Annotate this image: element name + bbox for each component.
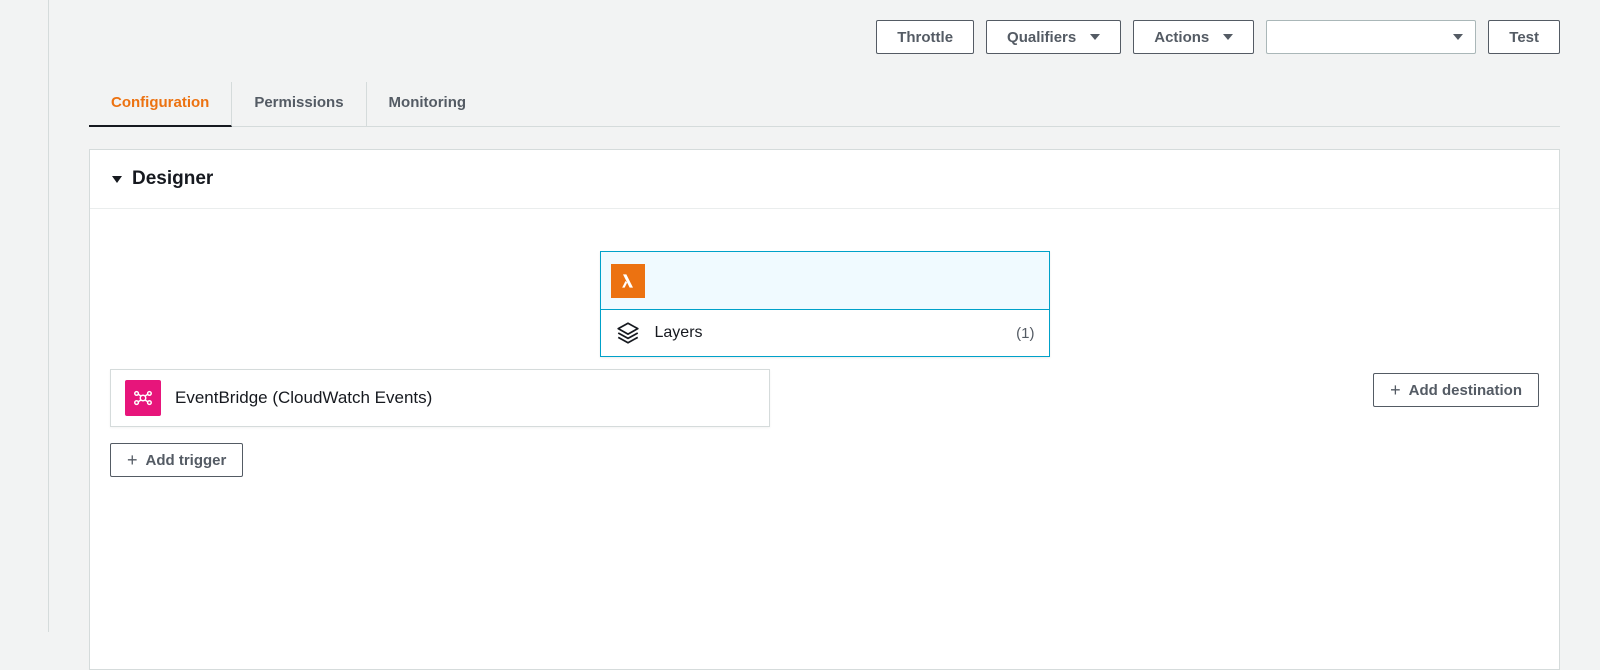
designer-panel: Designer — [89, 149, 1560, 670]
eventbridge-icon — [125, 380, 161, 416]
tab-permissions[interactable]: Permissions — [232, 82, 366, 126]
qualifiers-label: Qualifiers — [1007, 29, 1076, 46]
actions-dropdown[interactable]: Actions — [1133, 20, 1254, 54]
lambda-header — [601, 252, 1049, 310]
test-event-select[interactable] — [1266, 20, 1476, 54]
tab-configuration[interactable]: Configuration — [89, 82, 232, 127]
tab-bar: Configuration Permissions Monitoring — [89, 82, 1560, 127]
tab-label: Permissions — [254, 94, 343, 111]
layers-row[interactable]: Layers (1) — [601, 310, 1049, 356]
disclosure-triangle-icon — [112, 176, 122, 183]
throttle-button[interactable]: Throttle — [876, 20, 974, 54]
add-trigger-button[interactable]: + Add trigger — [110, 443, 243, 477]
layers-label: Layers — [655, 324, 1003, 342]
plus-icon: + — [127, 451, 138, 469]
caret-down-icon — [1090, 34, 1100, 40]
tab-label: Monitoring — [389, 94, 466, 111]
add-trigger-label: Add trigger — [146, 452, 227, 469]
tab-monitoring[interactable]: Monitoring — [367, 82, 488, 126]
panel-title: Designer — [132, 168, 213, 190]
actions-label: Actions — [1154, 29, 1209, 46]
tab-label: Configuration — [111, 94, 209, 111]
test-label: Test — [1509, 29, 1539, 46]
caret-down-icon — [1453, 34, 1463, 40]
layers-count: (1) — [1016, 325, 1034, 342]
qualifiers-dropdown[interactable]: Qualifiers — [986, 20, 1121, 54]
throttle-label: Throttle — [897, 29, 953, 46]
caret-down-icon — [1223, 34, 1233, 40]
trigger-card[interactable]: EventBridge (CloudWatch Events) — [110, 369, 770, 427]
test-button[interactable]: Test — [1488, 20, 1560, 54]
designer-body: Layers (1) — [90, 209, 1559, 529]
lambda-function-card[interactable]: Layers (1) — [600, 251, 1050, 357]
plus-icon: + — [1390, 381, 1401, 399]
add-destination-button[interactable]: + Add destination — [1373, 373, 1539, 407]
toolbar: Throttle Qualifiers Actions Test — [89, 0, 1560, 72]
layers-icon — [615, 320, 641, 346]
lambda-icon — [611, 264, 645, 298]
designer-header[interactable]: Designer — [90, 150, 1559, 209]
add-destination-label: Add destination — [1409, 382, 1522, 399]
trigger-label: EventBridge (CloudWatch Events) — [175, 388, 432, 408]
